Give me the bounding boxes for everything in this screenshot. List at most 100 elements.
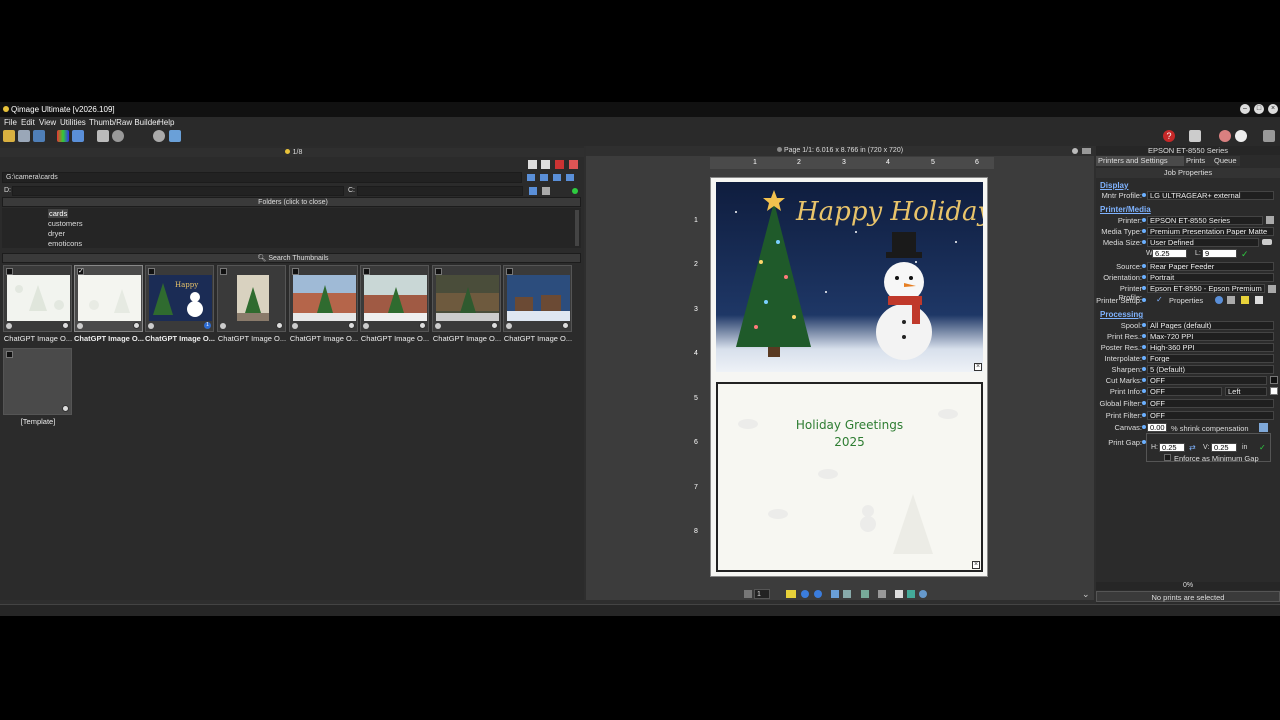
remove-image-icon[interactable]: × xyxy=(972,561,980,569)
mntr-profile-select[interactable]: LG ULTRAGEAR+ external xyxy=(1147,191,1274,200)
width-field[interactable]: 6.25 xyxy=(1152,249,1187,258)
edit-icon[interactable] xyxy=(133,322,140,329)
card-image-top[interactable]: Happy Holidays × xyxy=(716,182,983,372)
info-icon[interactable] xyxy=(77,323,83,329)
profile-tools-icon[interactable] xyxy=(1268,285,1276,293)
edit-icon[interactable] xyxy=(62,405,69,412)
folder-item-cards[interactable]: cards xyxy=(48,209,69,218)
card-image-bottom[interactable]: Holiday Greetings 2025 × xyxy=(716,382,983,572)
window-icon[interactable] xyxy=(169,130,181,142)
camera-icon[interactable] xyxy=(33,130,45,142)
page-number-field[interactable]: 1 xyxy=(754,589,770,599)
sharpen-select[interactable]: 5 (Default) xyxy=(1147,365,1274,374)
info-icon[interactable] xyxy=(148,323,154,329)
cut-marks-color-swatch[interactable] xyxy=(1270,376,1278,384)
save-settings-icon[interactable] xyxy=(1241,296,1249,304)
poster-res-select[interactable]: High-360 PPI xyxy=(1147,343,1274,352)
zoom-out-icon[interactable] xyxy=(814,590,822,598)
printer-small-icon[interactable] xyxy=(1227,296,1235,304)
edit-icon[interactable] xyxy=(419,322,426,329)
folder-item-dryer[interactable]: dryer xyxy=(48,229,65,238)
media-type-select[interactable]: Premium Presentation Paper Matte xyxy=(1147,227,1274,236)
thumbnail-item[interactable]: Happy 1 ChatGPT Image O... xyxy=(145,265,215,345)
list-icon[interactable] xyxy=(553,174,561,181)
resize-icon[interactable] xyxy=(97,130,109,142)
canvas-toggle-icon[interactable] xyxy=(1259,423,1268,432)
thumbnail-checkbox[interactable] xyxy=(435,268,442,275)
filter-icon[interactable] xyxy=(529,187,537,195)
canvas-field[interactable]: 0.00 xyxy=(1147,423,1167,432)
clock-icon[interactable] xyxy=(1235,130,1247,142)
thumbnail-checkbox[interactable] xyxy=(6,268,13,275)
source-select[interactable]: Rear Paper Feeder xyxy=(1147,262,1274,271)
multi-page-icon[interactable] xyxy=(843,590,851,598)
zoom-dot-icon[interactable] xyxy=(1072,148,1078,154)
template-checkbox[interactable] xyxy=(6,351,13,358)
info-icon[interactable] xyxy=(220,323,226,329)
add-icon[interactable] xyxy=(569,160,578,169)
media-size-select[interactable]: User Defined xyxy=(1147,238,1259,247)
info-icon[interactable] xyxy=(6,323,12,329)
gap-v-field[interactable]: 0.25 xyxy=(1211,443,1237,452)
section-processing[interactable]: Processing xyxy=(1100,310,1143,319)
print-info-color-swatch[interactable] xyxy=(1270,387,1278,395)
job-properties-header[interactable]: Job Properties xyxy=(1096,168,1280,178)
settings-icon[interactable] xyxy=(1263,130,1275,142)
print-res-select[interactable]: Max-720 PPI xyxy=(1147,332,1274,341)
chevron-down-icon[interactable]: ⌄ xyxy=(1082,590,1092,599)
print-filter-select[interactable]: OFF xyxy=(1147,411,1274,420)
menu-edit[interactable]: Edit xyxy=(21,117,35,128)
print-info-select[interactable]: OFF xyxy=(1147,387,1222,396)
gap-apply-check-icon[interactable]: ✓ xyxy=(1259,443,1266,452)
drive-c-field[interactable] xyxy=(357,186,523,196)
printer-profile-select[interactable]: Epson ET-8550 - Epson Premium xyxy=(1147,284,1265,293)
enforce-checkbox[interactable] xyxy=(1164,454,1171,461)
gear-icon[interactable] xyxy=(1215,296,1223,304)
thumbnail-checkbox[interactable] xyxy=(363,268,370,275)
rotate-icon[interactable] xyxy=(112,130,124,142)
tab-printers-settings[interactable]: Printers and Settings xyxy=(1096,156,1184,166)
maximize-icon[interactable]: □ xyxy=(1254,104,1264,114)
color-bars-icon[interactable] xyxy=(57,130,69,142)
help-icon[interactable]: ? xyxy=(1163,130,1175,142)
align-icon[interactable] xyxy=(878,590,886,598)
edit-icon[interactable] xyxy=(276,322,283,329)
folder-item-customers[interactable]: customers xyxy=(48,219,83,228)
edit-icon[interactable] xyxy=(562,322,569,329)
orientation-select[interactable]: Portrait xyxy=(1147,273,1274,282)
search-thumbnails-bar[interactable]: 🔍︎ Search Thumbnails xyxy=(2,253,581,263)
document-icon[interactable] xyxy=(895,590,903,598)
minimize-icon[interactable]: – xyxy=(1240,104,1250,114)
print-info-position-select[interactable]: Left xyxy=(1225,387,1267,396)
info-icon[interactable] xyxy=(506,323,512,329)
swap-icon[interactable]: ⇄ xyxy=(1189,443,1196,452)
length-field[interactable]: 9 xyxy=(1202,249,1237,258)
search-page-icon[interactable] xyxy=(919,590,927,598)
thumbnail-checkbox[interactable] xyxy=(292,268,299,275)
printer-select[interactable]: EPSON ET-8550 Series xyxy=(1147,216,1263,225)
menu-file[interactable]: File xyxy=(4,117,17,128)
thumbnail-item[interactable]: ChatGPT Image O... xyxy=(432,265,501,345)
gap-h-field[interactable]: 0.25 xyxy=(1159,443,1185,452)
thumbnail-item[interactable]: ChatGPT Image O... xyxy=(289,265,358,345)
thumbnail-item[interactable]: ChatGPT Image O... xyxy=(3,265,72,345)
tab-queue[interactable]: Queue xyxy=(1212,156,1240,166)
thumbnail-checkbox[interactable] xyxy=(506,268,513,275)
grid-icon[interactable] xyxy=(907,590,915,598)
printer-tools-icon[interactable] xyxy=(1266,216,1274,224)
edit-icon[interactable] xyxy=(348,322,355,329)
zoom-in-icon[interactable] xyxy=(801,590,809,598)
spool-select[interactable]: All Pages (default) xyxy=(1147,321,1274,330)
batch-icon[interactable] xyxy=(72,130,84,142)
printer-icon[interactable] xyxy=(1189,130,1201,142)
drive-d-field[interactable] xyxy=(12,186,344,196)
template-item[interactable]: [Template] xyxy=(3,348,72,428)
tree-icon[interactable] xyxy=(566,174,574,181)
section-printer-media[interactable]: Printer/Media xyxy=(1100,205,1151,214)
folder-up-icon[interactable] xyxy=(540,174,548,181)
info-icon[interactable] xyxy=(292,323,298,329)
section-display[interactable]: Display xyxy=(1100,181,1128,190)
thumbnail-item[interactable]: ChatGPT Image O... xyxy=(217,265,286,345)
apply-check-icon[interactable]: ✓ xyxy=(1241,249,1249,260)
crop-icon[interactable] xyxy=(861,590,869,598)
